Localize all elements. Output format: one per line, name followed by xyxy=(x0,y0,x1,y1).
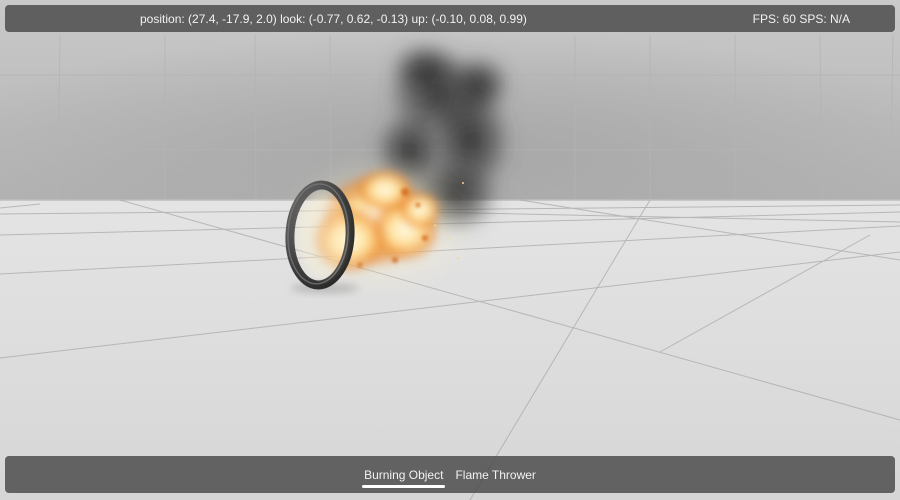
scene-render[interactable] xyxy=(0,0,900,500)
tab-burning-object[interactable]: Burning Object xyxy=(362,468,446,488)
fps-readout: FPS: 60 SPS: N/A xyxy=(752,12,850,26)
top-status-bar: position: (27.4, -17.9, 2.0) look: (-0.7… xyxy=(5,5,895,32)
demo-tab-bar: Burning Object Flame Thrower xyxy=(5,456,895,493)
tab-list: Burning Object Flame Thrower xyxy=(5,456,895,493)
3d-viewport[interactable]: position: (27.4, -17.9, 2.0) look: (-0.7… xyxy=(0,0,900,500)
tab-flame-thrower[interactable]: Flame Thrower xyxy=(454,468,536,482)
camera-readout: position: (27.4, -17.9, 2.0) look: (-0.7… xyxy=(140,12,527,26)
